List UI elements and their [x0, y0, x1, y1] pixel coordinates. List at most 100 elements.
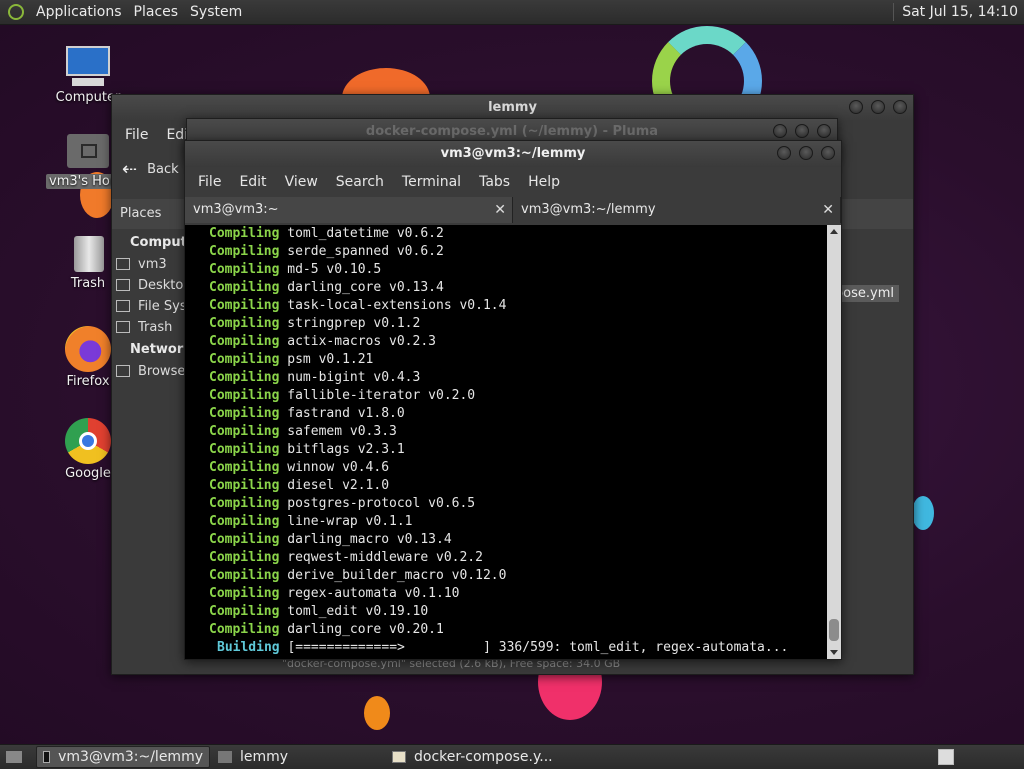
task-label: docker-compose.y...: [414, 749, 553, 765]
mate-logo-icon[interactable]: [8, 4, 24, 20]
window-title: lemmy: [488, 100, 537, 115]
tab-label: vm3@vm3:~/lemmy: [521, 202, 656, 217]
close-button[interactable]: [817, 124, 831, 138]
trash-icon: [70, 230, 106, 274]
trash-icon: [116, 321, 130, 333]
taskbar-item-file-manager[interactable]: lemmy: [212, 747, 384, 767]
places-menu[interactable]: Places: [128, 4, 185, 20]
terminal-line: Compiling regex-automata v0.1.10: [209, 586, 460, 601]
menu-file[interactable]: File: [116, 127, 157, 143]
terminal-titlebar[interactable]: vm3@vm3:~/lemmy: [185, 141, 841, 167]
minimize-button[interactable]: [777, 146, 791, 160]
scroll-down-icon[interactable]: [830, 650, 838, 655]
close-button[interactable]: [821, 146, 835, 160]
task-label: lemmy: [240, 749, 289, 765]
places-label[interactable]: Places: [120, 206, 161, 221]
terminal-line: Compiling md-5 v0.10.5: [209, 262, 382, 277]
desktop-icon-label: Trash: [70, 276, 106, 291]
system-menu[interactable]: System: [184, 4, 248, 20]
sidebar-item-filesystem[interactable]: File System: [112, 296, 188, 317]
home-folder-icon: [65, 128, 111, 172]
menu-terminal[interactable]: Terminal: [393, 174, 470, 190]
terminal-line: Compiling safemem v0.3.3: [209, 424, 397, 439]
menu-file[interactable]: File: [189, 174, 230, 190]
menu-tabs[interactable]: Tabs: [470, 174, 519, 190]
tab-label: vm3@vm3:~: [193, 202, 279, 217]
tab-home[interactable]: vm3@vm3:~ ✕: [185, 197, 513, 223]
terminal-line: Compiling diesel v2.1.0: [209, 478, 390, 493]
terminal-line: Compiling derive_builder_macro v0.12.0: [209, 568, 507, 583]
terminal-line: Compiling darling_core v0.13.4: [209, 280, 444, 295]
close-icon[interactable]: ✕: [494, 197, 506, 223]
sidebar-item-label: Trash: [138, 320, 173, 335]
terminal-window: vm3@vm3:~/lemmy File Edit View Search Te…: [184, 140, 842, 660]
wallpaper-teal-blob: [912, 496, 934, 530]
minimize-button[interactable]: [849, 100, 863, 114]
desktop-icon: [116, 279, 130, 291]
terminal-scrollbar[interactable]: [827, 225, 841, 659]
menu-view[interactable]: View: [276, 174, 327, 190]
menu-search[interactable]: Search: [327, 174, 393, 190]
terminal-tabs: vm3@vm3:~ ✕ vm3@vm3:~/lemmy ✕: [185, 197, 841, 223]
file-manager-sidebar: Computer vm3 Desktop File System Trash N…: [112, 231, 203, 674]
sidebar-item-trash[interactable]: Trash: [112, 317, 188, 338]
terminal-menubar: File Edit View Search Terminal Tabs Help: [185, 167, 841, 197]
sidebar-header-computer: Computer: [130, 235, 203, 250]
menu-edit[interactable]: Edit: [230, 174, 275, 190]
terminal-screen[interactable]: Compiling toml_datetime v0.6.2 Compiling …: [185, 225, 827, 659]
desktop-icon-label: Google: [65, 466, 111, 481]
task-label: vm3@vm3:~/lemmy: [58, 749, 203, 765]
top-panel: Applications Places System Sat Jul 15, 1…: [0, 0, 1024, 25]
computer-icon: [64, 44, 112, 88]
show-desktop-icon[interactable]: [6, 751, 22, 763]
taskbar-item-pluma[interactable]: docker-compose.y...: [386, 747, 578, 767]
close-icon[interactable]: ✕: [822, 197, 834, 223]
sidebar-item-home[interactable]: vm3: [112, 254, 188, 275]
window-title: docker-compose.yml (~/lemmy) - Pluma: [365, 124, 659, 139]
network-icon: [116, 365, 130, 377]
terminal-line: Compiling toml_datetime v0.6.2: [209, 226, 444, 241]
sidebar-item-label: Browse Network: [138, 364, 188, 379]
sidebar-item-label: File System: [138, 299, 188, 314]
terminal-line: Compiling postgres-protocol v0.6.5: [209, 496, 476, 511]
maximize-button[interactable]: [799, 146, 813, 160]
home-icon: [116, 258, 130, 270]
terminal-line: Compiling serde_spanned v0.6.2: [209, 244, 444, 259]
maximize-button[interactable]: [795, 124, 809, 138]
applications-menu[interactable]: Applications: [30, 4, 128, 20]
menu-help[interactable]: Help: [519, 174, 569, 190]
minimize-button[interactable]: [773, 124, 787, 138]
terminal-line: Compiling winnow v0.4.6: [209, 460, 390, 475]
terminal-progress-line: Building [=============> ] 336/599: toml…: [217, 640, 789, 655]
folder-icon: [218, 751, 232, 763]
sidebar-item-desktop[interactable]: Desktop: [112, 275, 188, 296]
scrollbar-thumb[interactable]: [829, 619, 839, 641]
window-title: vm3@vm3:~/lemmy: [440, 146, 586, 161]
terminal-line: Compiling darling_core v0.20.1: [209, 622, 444, 637]
text-editor-icon: [392, 751, 406, 763]
terminal-line: Compiling fastrand v1.8.0: [209, 406, 405, 421]
terminal-line: Compiling darling_macro v0.13.4: [209, 532, 452, 547]
tab-lemmy[interactable]: vm3@vm3:~/lemmy ✕: [513, 197, 841, 223]
terminal-icon: [43, 751, 51, 763]
drive-icon: [116, 300, 130, 312]
bottom-panel: vm3@vm3:~/lemmy lemmy docker-compose.y..…: [0, 744, 1024, 769]
clock[interactable]: Sat Jul 15, 14:10: [902, 4, 1024, 20]
wallpaper-small-orange-blob: [364, 696, 390, 730]
sidebar-item-browse-network[interactable]: Browse Network: [112, 361, 188, 382]
file-item-selected[interactable]: docker-compose.yml: [833, 285, 899, 302]
firefox-icon: [65, 326, 111, 372]
workspace-switcher[interactable]: [938, 749, 954, 765]
close-button[interactable]: [893, 100, 907, 114]
back-arrow-icon: ⇠: [122, 158, 138, 180]
desktop-icon-label: Firefox: [66, 374, 110, 389]
terminal-line: Compiling toml_edit v0.19.10: [209, 604, 429, 619]
back-button[interactable]: Back: [147, 162, 179, 177]
sidebar-item-label: vm3: [138, 257, 167, 272]
terminal-line: Compiling reqwest-middleware v0.2.2: [209, 550, 483, 565]
terminal-line: Compiling bitflags v2.3.1: [209, 442, 405, 457]
terminal-line: Compiling actix-macros v0.2.3: [209, 334, 436, 349]
scroll-up-icon[interactable]: [830, 229, 838, 234]
maximize-button[interactable]: [871, 100, 885, 114]
taskbar-item-terminal[interactable]: vm3@vm3:~/lemmy: [36, 746, 210, 768]
